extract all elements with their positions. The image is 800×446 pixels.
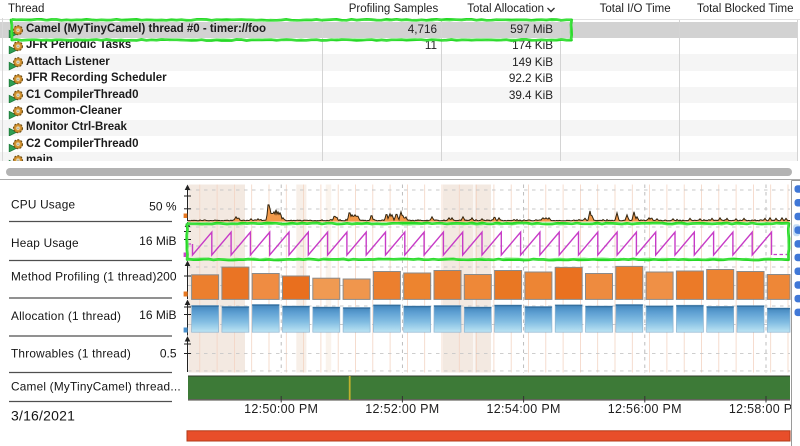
svg-text:Throwables (1 thread): Throwables (1 thread): [11, 347, 131, 361]
svg-text:12:50:00 PM: 12:50:00 PM: [244, 402, 318, 416]
svg-text:12:52:00 PM: 12:52:00 PM: [365, 402, 439, 416]
svg-text:12:58:00 PM: 12:58:00 PM: [729, 402, 800, 416]
svg-text:200: 200: [156, 270, 176, 284]
svg-text:Allocation (1 thread): Allocation (1 thread): [11, 309, 121, 323]
svg-text:Camel (MyTinyCamel) thread...: Camel (MyTinyCamel) thread...: [11, 380, 181, 394]
svg-text:Method Profiling (1 thread): Method Profiling (1 thread): [11, 270, 157, 284]
svg-text:50 %: 50 %: [149, 200, 177, 214]
svg-text:CPU Usage: CPU Usage: [11, 198, 75, 212]
svg-text:12:54:00 PM: 12:54:00 PM: [487, 402, 561, 416]
svg-text:16 MiB: 16 MiB: [139, 308, 176, 322]
svg-text:3/16/2021: 3/16/2021: [11, 408, 75, 424]
svg-text:12:56:00 PM: 12:56:00 PM: [608, 402, 682, 416]
svg-text:0.5: 0.5: [160, 347, 177, 361]
svg-text:16 MiB: 16 MiB: [139, 234, 176, 248]
svg-text:Heap Usage: Heap Usage: [11, 236, 79, 250]
